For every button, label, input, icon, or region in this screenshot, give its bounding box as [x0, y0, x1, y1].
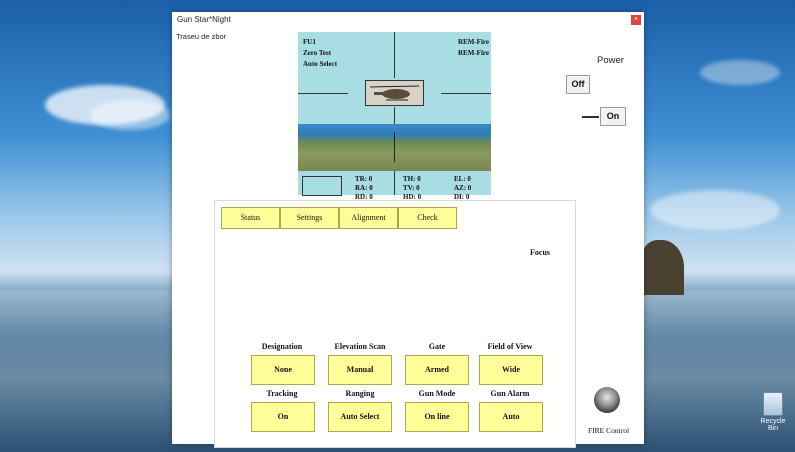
designation-caption: Designation [261, 342, 303, 351]
tab-check[interactable]: Check [398, 207, 457, 229]
tab-alignment[interactable]: Alignment [339, 207, 398, 229]
close-icon[interactable]: × [631, 15, 641, 25]
gun-mode-button[interactable]: On line [405, 402, 469, 432]
recycle-bin[interactable]: Recycle Bin [756, 392, 790, 432]
tracking-button[interactable]: On [251, 402, 315, 432]
window-title: Gun Star*Night [177, 15, 231, 24]
gate-caption: Gate [428, 342, 446, 351]
elevation-scan-caption: Elevation Scan [334, 342, 386, 351]
tab-bar: Status Settings Alignment Check [221, 207, 457, 229]
recycle-bin-label: Recycle Bin [760, 418, 786, 432]
readout-th: TH: 0 [403, 175, 421, 183]
tracking-caption: Tracking [266, 389, 298, 398]
elevation-scan-button[interactable]: Manual [328, 355, 392, 385]
joystick-icon[interactable] [594, 387, 620, 413]
cloud [90, 100, 170, 130]
title-bar[interactable]: Gun Star*Night × [172, 12, 644, 30]
power-label: Power [597, 55, 624, 66]
gate-button[interactable]: Armed [405, 355, 469, 385]
helicopter-icon [365, 80, 424, 106]
rock-background [640, 240, 684, 295]
focus-label: Focus [530, 248, 550, 257]
readout-tr: TR: 0 [355, 175, 373, 183]
field-of-view-button[interactable]: Wide [479, 355, 543, 385]
field-of-view-caption: Field of View [487, 342, 533, 351]
cloud [650, 190, 780, 230]
gun-alarm-button[interactable]: Auto [479, 402, 543, 432]
designation-button[interactable]: None [251, 355, 315, 385]
crosshair-line [441, 93, 491, 94]
display-label: Auto Select [303, 60, 338, 68]
power-toggle-line [582, 116, 599, 118]
gun-alarm-caption: Gun Alarm [490, 389, 530, 398]
thumbnail-box [302, 176, 342, 196]
app-window: Gun Star*Night × Traseu de zbor FU1 Zero… [172, 12, 644, 448]
readout-el: EL: 0 [454, 175, 471, 183]
display-label: REM-Fire [458, 49, 489, 57]
display-label: Zero Test [303, 49, 332, 57]
gun-mode-caption: Gun Mode [418, 389, 456, 398]
power-off-button[interactable]: Off [566, 75, 590, 94]
power-on-button[interactable]: On [600, 107, 626, 126]
cloud [700, 60, 780, 85]
display-label: FU1 [303, 38, 316, 46]
display-label: REM-Fire [458, 38, 489, 46]
readout-az: AZ: 0 [454, 184, 472, 192]
tab-settings[interactable]: Settings [280, 207, 339, 229]
ranging-caption: Ranging [345, 389, 375, 398]
targeting-display: FU1 Zero Test Auto Select REM-Fire REM-F… [298, 32, 491, 201]
menu-item-traseu[interactable]: Traseu de zbor [176, 32, 226, 41]
recycle-bin-icon [763, 392, 783, 416]
fire-control-label: FIRE Control [588, 426, 630, 435]
crosshair-line [394, 132, 395, 162]
readout-ra: RA: 0 [355, 184, 373, 192]
crosshair-line [298, 93, 348, 94]
tab-status[interactable]: Status [221, 207, 280, 229]
readout-tv: TV: 0 [403, 184, 420, 192]
ranging-button[interactable]: Auto Select [328, 402, 392, 432]
control-panel: Status Settings Alignment Check Focus De… [214, 200, 576, 448]
crosshair-line [394, 32, 395, 78]
